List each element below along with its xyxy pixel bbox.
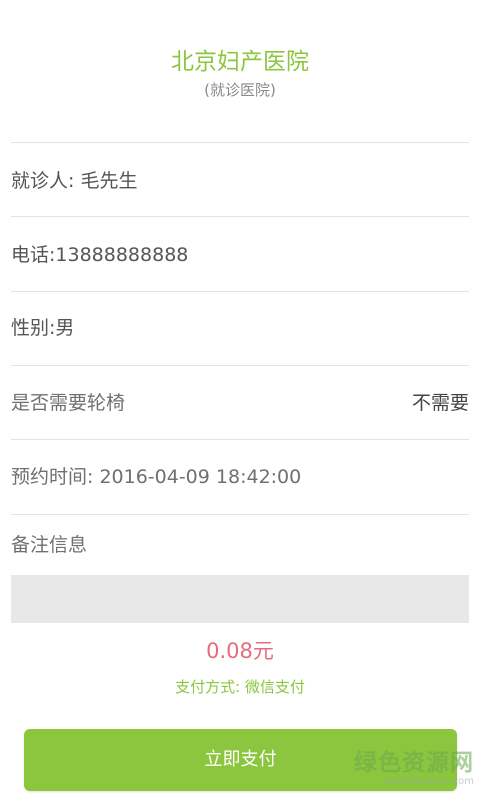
- payment-method: 支付方式: 微信支付: [175, 678, 305, 696]
- remark-input[interactable]: [11, 575, 469, 623]
- divider: [11, 142, 469, 143]
- phone-row: 电话:13888888888: [11, 244, 189, 266]
- pay-now-button[interactable]: 立即支付: [24, 729, 457, 791]
- divider: [11, 439, 469, 440]
- divider: [11, 514, 469, 515]
- appointment-time-row: 预约时间: 2016-04-09 18:42:00: [11, 466, 302, 488]
- price-amount: 0.08元: [206, 639, 274, 663]
- patient-row: 就诊人: 毛先生: [11, 170, 138, 192]
- gender-row: 性别:男: [11, 317, 75, 339]
- divider: [11, 365, 469, 366]
- hospital-subtitle: (就诊医院): [204, 81, 276, 99]
- wheelchair-value[interactable]: 不需要: [412, 383, 469, 423]
- divider: [11, 291, 469, 292]
- hospital-header: 北京妇产医院 (就诊医院): [0, 0, 480, 142]
- wheelchair-row[interactable]: 是否需要轮椅 不需要: [11, 383, 469, 423]
- remark-label: 备注信息: [11, 534, 88, 556]
- wheelchair-label: 是否需要轮椅: [11, 392, 126, 414]
- hospital-name: 北京妇产医院: [171, 49, 309, 75]
- divider: [11, 216, 469, 217]
